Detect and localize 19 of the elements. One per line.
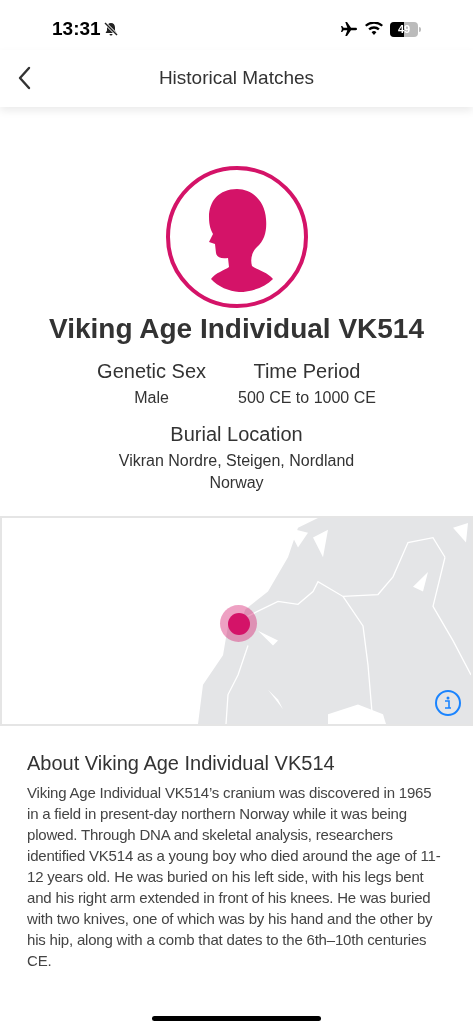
fact-value: Male (134, 388, 169, 408)
fact-label: Burial Location (170, 422, 303, 447)
fact-label: Time Period (253, 359, 361, 384)
about-heading: About Viking Age Individual VK514 (27, 751, 336, 776)
burial-location-text: Vikran Nordre, Steigen, Nordland (118, 451, 355, 471)
avatar-silhouette-icon (164, 165, 309, 309)
burial-location-text: Norway (209, 473, 264, 493)
fact-label: Genetic Sex (97, 359, 207, 384)
status-time: 13:31 (52, 16, 101, 41)
back-chevron-icon (17, 66, 31, 90)
info-button[interactable] (435, 690, 461, 716)
battery-level: 49 (397, 23, 411, 35)
about-paragraph: Viking Age Individual VK514’s cranium was discovered in 1965 in a field in present-day northern Norway while it was being plowed. Through DNA and skeletal analysis, researchers identified VK514 as a young boy who died around the age of 11-12 years old. He was buried on his left side, with his legs bent and his right arm extended in front of his knees. He was buried with two knives, one of which was by his hand and the other by his hip, along with a comb that dates to the 6th–10th centuries CE. (27, 783, 442, 971)
fact-value: 500 CE to 1000 CE (238, 388, 376, 408)
wifi-icon (365, 22, 383, 36)
individual-name: Viking Age Individual VK514 (48, 312, 425, 346)
info-icon (443, 696, 453, 710)
screen-title: Historical Matches (158, 66, 315, 91)
location-marker (220, 605, 257, 642)
